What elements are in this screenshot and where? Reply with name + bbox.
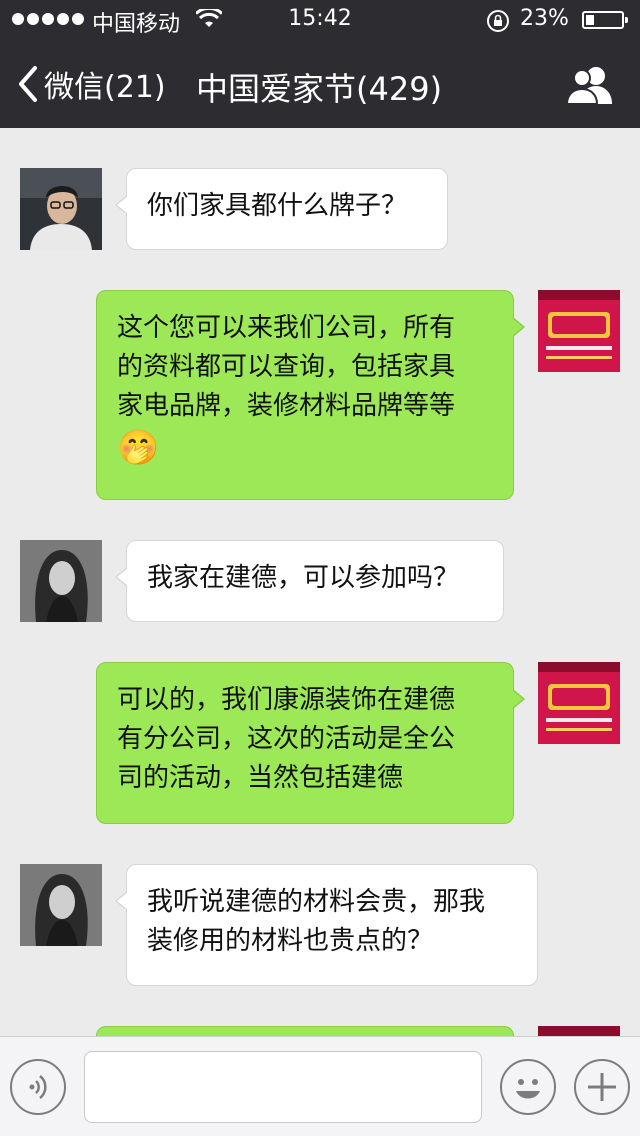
self-avatar-brand-logo[interactable] [538, 1026, 620, 1036]
message-list[interactable]: 你们家具都什么牌子？ 这个您可以来我们公司，所有 的资料都可以查询，包括家具 家… [0, 128, 640, 1036]
voice-icon [29, 1075, 47, 1099]
plus-icon [588, 1073, 616, 1101]
message-bubble[interactable]: 我听说建德的材料会贵，那我 装修用的材料也贵点的？ [115, 864, 538, 986]
input-bar [0, 1036, 640, 1136]
orientation-lock-icon [486, 9, 510, 39]
chat-title: 中国爱家节(429) [196, 70, 443, 108]
self-avatar-brand-logo[interactable] [538, 290, 620, 372]
voice-input-button[interactable] [10, 1059, 66, 1115]
emoji-button[interactable] [500, 1059, 556, 1115]
message-text-line: 可以的，我们康源装饰在建德 [117, 685, 456, 715]
sender-avatar[interactable] [20, 540, 102, 622]
battery-icon [582, 11, 628, 29]
message-text-line: 家电品牌，装修材料品牌等等 [117, 391, 456, 421]
message-text: 我家在建德，可以参加吗？ [147, 563, 460, 593]
message-bubble[interactable]: 你们家具都什么牌子？ [115, 168, 448, 250]
battery-percent: 23% [520, 6, 569, 31]
message-text-line: 有分公司，这次的活动是全公 [117, 724, 456, 754]
message-text-line: 司的活动，当然包括建德 [117, 763, 404, 793]
message-bubble[interactable]: 我家在建德，可以参加吗？ [115, 540, 504, 622]
message-bubble[interactable]: 可以的，我们康源装饰在建德 有分公司，这次的活动是全公 司的活动，当然包括建德 [96, 662, 525, 824]
chevron-left-icon [19, 66, 37, 102]
message-bubble-partial[interactable] [96, 1026, 514, 1036]
sender-avatar[interactable] [20, 168, 102, 250]
smiley-icon [516, 1079, 540, 1099]
emoji-thinking: 🤭 [117, 428, 160, 468]
self-avatar-brand-logo[interactable] [538, 662, 620, 744]
message-bubble[interactable]: 这个您可以来我们公司，所有 的资料都可以查询，包括家具 家电品牌，装修材料品牌等… [96, 290, 525, 500]
message-text: 你们家具都什么牌子？ [147, 191, 408, 221]
navigation-bar: 微信(21) 中国爱家节(429) [0, 40, 640, 128]
top-bar: 中国移动 15:42 23% 微信(21) 中国爱家节(429) [0, 0, 640, 128]
more-actions-button[interactable] [574, 1059, 630, 1115]
message-text-line: 的资料都可以查询，包括家具 [117, 352, 456, 382]
message-text-line: 我听说建德的材料会贵，那我 [147, 887, 486, 917]
group-info-button[interactable] [565, 64, 614, 108]
message-input[interactable] [84, 1051, 482, 1123]
sender-avatar[interactable] [20, 864, 102, 946]
group-members-icon [565, 67, 612, 105]
message-text-line: 这个您可以来我们公司，所有 [117, 313, 456, 343]
back-button[interactable]: 微信(21) [18, 62, 166, 106]
back-label: 微信(21) [44, 70, 166, 105]
message-text-line: 装修用的材料也贵点的？ [147, 926, 434, 956]
status-bar: 中国移动 15:42 23% [0, 0, 640, 40]
